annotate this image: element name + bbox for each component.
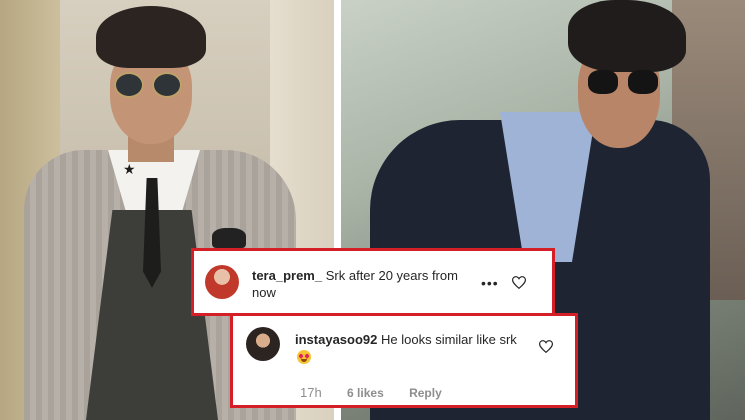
reply-button[interactable]: Reply [409, 386, 442, 400]
comment-text: He looks similar like srk [381, 332, 517, 347]
more-options-button[interactable]: ••• [481, 276, 499, 290]
heart-icon[interactable] [512, 276, 526, 289]
sunglasses-right-lens [628, 70, 658, 94]
sunglasses-left-lens [588, 70, 618, 94]
comment-time: 17h [300, 385, 322, 400]
heart-icon[interactable] [539, 340, 553, 353]
comment-card: tera_prem_ Srk after 20 years from now •… [191, 248, 555, 316]
sunglasses-right-lens [152, 72, 182, 98]
sunglasses-left-lens [114, 72, 144, 98]
collar-star-icon: ★ [123, 161, 136, 177]
comment-meta: 17h 6 likes Reply [300, 385, 464, 400]
comment-card: instayasoo92 He looks similar like srk 1… [230, 313, 578, 408]
avatar[interactable] [246, 327, 280, 361]
comment-username[interactable]: instayasoo92 [295, 332, 377, 347]
avatar[interactable] [205, 265, 239, 299]
pocket-square [212, 228, 246, 248]
comment-username[interactable]: tera_prem_ [252, 268, 322, 283]
heart-eyes-emoji-icon [297, 350, 311, 364]
comment-body: tera_prem_ Srk after 20 years from now [252, 267, 482, 301]
hair [568, 0, 686, 72]
comment-body: instayasoo92 He looks similar like srk [295, 331, 535, 365]
hair [96, 6, 206, 68]
likes-count[interactable]: 6 likes [347, 386, 384, 400]
